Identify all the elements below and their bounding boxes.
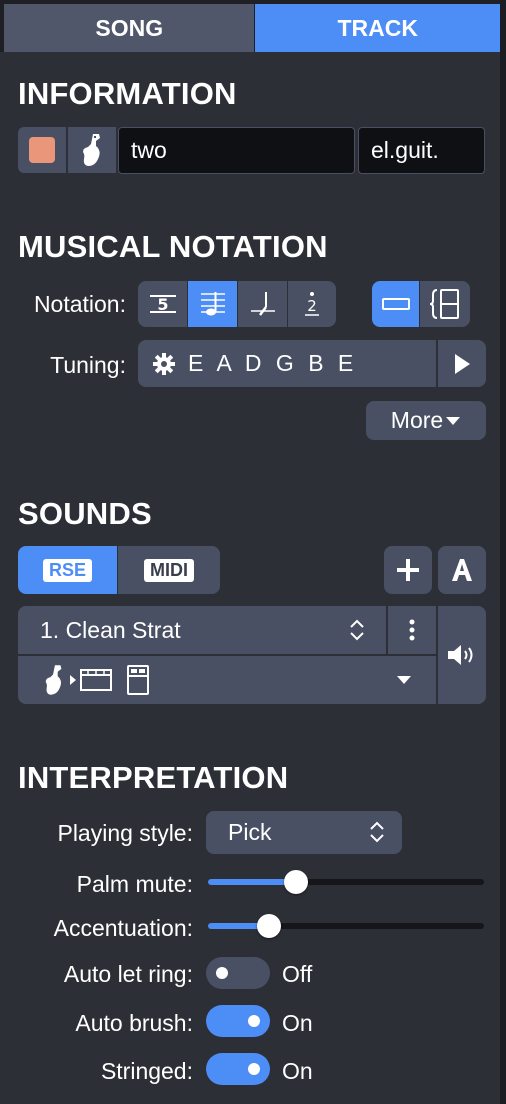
toggle-knob [248, 1063, 260, 1075]
standard-notation-toggle[interactable] [188, 281, 238, 327]
panel-edge [500, 0, 506, 1104]
guitar-icon [83, 134, 100, 166]
playing-style-select[interactable]: Pick [206, 811, 402, 854]
auto-brush-toggle[interactable] [206, 1005, 270, 1037]
single-staff-toggle[interactable] [372, 281, 420, 327]
speaker-icon [448, 645, 473, 665]
auto-brush-state: On [282, 1010, 313, 1036]
stringed-toggle[interactable] [206, 1053, 270, 1085]
play-icon [455, 353, 470, 374]
sound-engine-group: RSE MIDI [18, 546, 220, 594]
slash-notation-icon [250, 292, 275, 316]
interpretation-heading: INTERPRETATION [18, 760, 289, 795]
more-label: More [390, 407, 444, 433]
tuning-label: Tuning: [50, 352, 126, 378]
playing-style-label: Playing style: [57, 820, 193, 846]
sound-volume-button[interactable] [438, 606, 486, 704]
svg-text:5: 5 [157, 295, 168, 314]
musical-notation-heading: MUSICAL NOTATION [18, 229, 328, 264]
instrument-button[interactable] [68, 127, 116, 173]
single-staff-icon [381, 298, 410, 310]
instrument-short-name-field[interactable]: el.guit. [358, 127, 485, 174]
numbered-notation-toggle[interactable]: 2 [288, 281, 336, 327]
up-down-chevron-icon [350, 619, 364, 641]
palm-mute-slider-fill [208, 879, 297, 885]
more-button[interactable]: More [366, 401, 486, 440]
stringed-state: On [282, 1058, 313, 1084]
signal-chain-row[interactable] [18, 656, 436, 704]
sound-selector[interactable]: 1. Clean Strat [18, 606, 386, 654]
palm-mute-label: Palm mute: [76, 871, 193, 897]
stringed-label: Stringed: [100, 1058, 193, 1084]
sound-options-button[interactable] [388, 606, 436, 654]
svg-text:2: 2 [307, 297, 317, 315]
tablature-toggle[interactable]: 5 [138, 281, 188, 327]
notation-label: Notation: [33, 291, 126, 317]
amp-icon [127, 665, 149, 695]
tuning-play-button[interactable] [438, 340, 486, 387]
palm-mute-slider-thumb[interactable] [284, 870, 309, 894]
staff-layout-group [372, 281, 470, 327]
chevron-down-icon [397, 676, 411, 684]
add-sound-button[interactable] [384, 546, 432, 594]
sound-name: 1. Clean Strat [40, 616, 181, 643]
inspector-tabs: SONG TRACK [0, 0, 500, 52]
up-down-chevron-icon [370, 821, 384, 843]
tablature-icon: 5 [149, 295, 176, 314]
plus-icon [397, 559, 419, 581]
track-inspector-panel: SONG TRACK INFORMATION two el.guit. MUSI… [0, 0, 500, 1104]
caret-down-icon [446, 416, 461, 425]
toggle-knob [216, 967, 228, 979]
vertical-ellipsis-icon [409, 619, 415, 641]
accentuation-slider-thumb[interactable] [256, 914, 281, 938]
auto-let-ring-state: Off [282, 961, 313, 987]
toggle-knob [248, 1015, 260, 1027]
information-heading: INFORMATION [18, 76, 237, 111]
slash-notation-toggle[interactable] [238, 281, 288, 327]
brace-staff-icon [429, 289, 459, 319]
tab-song[interactable]: SONG [4, 4, 255, 52]
auto-brush-label: Auto brush: [75, 1010, 193, 1036]
tuning-value: E A D G B E [188, 350, 358, 376]
guitar-icon [45, 665, 62, 695]
accentuation-label: Accentuation: [53, 915, 193, 941]
midi-toggle[interactable]: MIDI [118, 546, 220, 594]
gear-icon [153, 352, 175, 375]
automation-a-icon [452, 559, 472, 581]
numbered-notation-icon: 2 [305, 292, 319, 316]
auto-let-ring-label: Auto let ring: [63, 961, 193, 987]
tuning-button[interactable]: E A D G B E [138, 340, 436, 387]
tab-track[interactable]: TRACK [255, 4, 500, 52]
standard-notation-icon [200, 292, 225, 316]
rse-toggle[interactable]: RSE [18, 546, 118, 594]
sounds-heading: SOUNDS [18, 496, 152, 531]
playing-style-value: Pick [228, 819, 272, 845]
multi-staff-toggle[interactable] [420, 281, 470, 327]
rse-label: RSE [42, 558, 92, 582]
track-color-swatch [29, 137, 55, 163]
midi-label: MIDI [144, 558, 194, 582]
auto-let-ring-toggle[interactable] [206, 957, 270, 989]
track-name-field[interactable]: two [118, 127, 355, 174]
effects-rack-icon [80, 669, 112, 691]
notation-type-group: 5 2 [138, 281, 336, 327]
arrow-right-icon [70, 675, 76, 685]
track-color-button[interactable] [18, 127, 66, 173]
automation-button[interactable] [438, 546, 486, 594]
